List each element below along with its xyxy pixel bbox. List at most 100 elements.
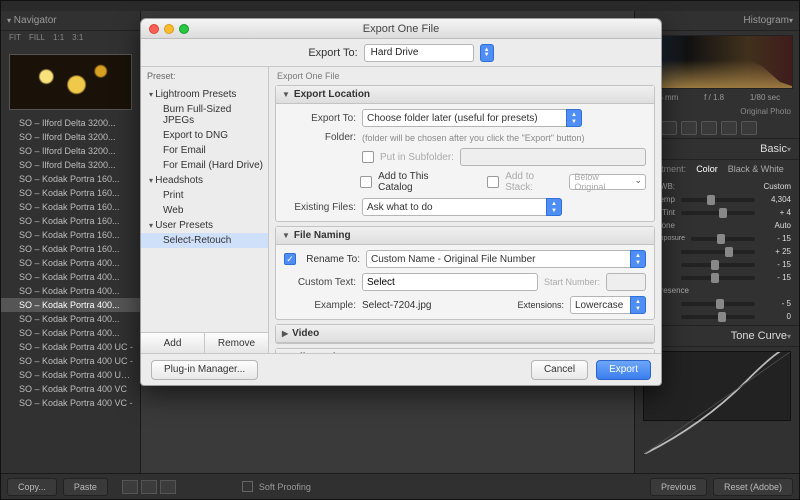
auto-button[interactable]: Auto <box>761 221 791 230</box>
collection-item[interactable]: SO – Kodak Portra 400... <box>1 270 140 284</box>
zoom-fit[interactable]: FIT <box>9 33 21 42</box>
collection-item[interactable]: SO – Kodak Portra 400... <box>1 298 140 312</box>
extensions-select[interactable]: Lowercase ▲▼ <box>570 296 646 314</box>
minimize-icon[interactable] <box>164 24 174 34</box>
preset-item[interactable]: For Email (Hard Drive) <box>141 158 268 173</box>
treatment-bw[interactable]: Black & White <box>728 164 784 174</box>
loupe-icon[interactable] <box>122 480 138 494</box>
collection-item[interactable]: SO – Kodak Portra 400... <box>1 326 140 340</box>
navigator-thumbnail[interactable] <box>9 54 132 110</box>
collection-item[interactable]: SO – Ilford Delta 3200... <box>1 130 140 144</box>
preset-group[interactable]: User Presets <box>141 218 268 233</box>
navigator-header[interactable]: ▾ Navigator <box>1 11 140 31</box>
copy-button[interactable]: Copy... <box>7 478 57 496</box>
contrast-slider[interactable] <box>681 250 755 254</box>
section-header-video[interactable]: ▶Video <box>276 325 654 343</box>
preset-item[interactable]: For Email <box>141 143 268 158</box>
remove-preset-button[interactable]: Remove <box>205 333 268 353</box>
add-catalog-checkbox[interactable] <box>360 176 372 188</box>
gradient-icon[interactable] <box>701 121 717 135</box>
collection-item[interactable]: SO – Kodak Portra 160... <box>1 214 140 228</box>
rename-checkbox[interactable]: ✓ <box>284 253 296 265</box>
collection-item[interactable]: SO – Ilford Delta 3200... <box>1 158 140 172</box>
exposure-value[interactable]: - 15 <box>761 234 791 243</box>
stack-position-select[interactable]: Below Original <box>569 174 646 190</box>
collection-item[interactable]: SO – Kodak Portra 160... <box>1 172 140 186</box>
titlebar[interactable]: Export One File <box>141 19 661 39</box>
previous-button[interactable]: Previous <box>650 478 707 496</box>
start-number-input[interactable] <box>606 273 646 291</box>
reset-button[interactable]: Reset (Adobe) <box>713 478 793 496</box>
section-header-export-location[interactable]: ▼Export Location <box>276 86 654 104</box>
radial-icon[interactable] <box>721 121 737 135</box>
exposure-slider[interactable] <box>691 237 755 241</box>
collection-item[interactable]: SO – Kodak Portra 400 VC - <box>1 396 140 410</box>
export-to-stepper-icon[interactable]: ▲▼ <box>480 44 494 62</box>
temp-value[interactable]: 4,304 <box>761 195 791 204</box>
collection-item[interactable]: SO – Kodak Portra 400 VC <box>1 382 140 396</box>
brush-icon[interactable] <box>741 121 757 135</box>
collections-list[interactable]: SO – Ilford Delta 3200...SO – Ilford Del… <box>1 116 140 473</box>
spot-icon[interactable] <box>661 121 677 135</box>
preset-item[interactable]: Select-Retouch <box>141 233 268 248</box>
close-icon[interactable] <box>149 24 159 34</box>
add-stack-checkbox[interactable] <box>487 176 499 188</box>
shadows-slider[interactable] <box>681 276 755 280</box>
clarity-slider[interactable] <box>681 302 755 306</box>
paste-button[interactable]: Paste <box>63 478 108 496</box>
preset-group[interactable]: Headshots <box>141 173 268 188</box>
softproof-toggle[interactable]: Soft Proofing <box>242 481 311 492</box>
collection-item[interactable]: SO – Kodak Portra 400... <box>1 256 140 270</box>
subfolder-checkbox[interactable] <box>362 151 374 163</box>
custom-text-input[interactable] <box>362 273 538 291</box>
clarity-value[interactable]: - 5 <box>761 299 791 308</box>
existing-files-select[interactable]: Ask what to do ▲▼ <box>362 198 562 216</box>
histogram-graph[interactable] <box>641 35 793 89</box>
plugin-manager-button[interactable]: Plug-in Manager... <box>151 360 258 380</box>
tint-value[interactable]: + 4 <box>761 208 791 217</box>
preset-item[interactable]: Export to DNG <box>141 128 268 143</box>
rename-template-select[interactable]: Custom Name - Original File Number ▲▼ <box>366 250 646 268</box>
tint-slider[interactable] <box>681 211 755 215</box>
shadows-value[interactable]: - 15 <box>761 273 791 282</box>
zoom-3to1[interactable]: 3:1 <box>72 33 83 42</box>
section-header-file-naming[interactable]: ▼File Naming <box>276 227 654 245</box>
cancel-button[interactable]: Cancel <box>531 360 588 380</box>
export-to-select[interactable]: Hard Drive <box>364 44 474 62</box>
preset-item[interactable]: Web <box>141 203 268 218</box>
contrast-value[interactable]: + 25 <box>761 247 791 256</box>
temp-slider[interactable] <box>681 198 755 202</box>
preset-item[interactable]: Burn Full-Sized JPEGs <box>141 102 268 128</box>
collection-item[interactable]: SO – Kodak Portra 160... <box>1 228 140 242</box>
collection-item[interactable]: SO – Ilford Delta 3200... <box>1 144 140 158</box>
export-button[interactable]: Export <box>596 360 651 380</box>
collection-item[interactable]: SO – Kodak Portra 400 UC - <box>1 340 140 354</box>
zoom-1to1[interactable]: 1:1 <box>53 33 64 42</box>
saturation-value[interactable]: 0 <box>761 312 791 321</box>
loc-export-to-select[interactable]: Choose folder later (useful for presets)… <box>362 109 582 127</box>
collection-item[interactable]: SO – Kodak Portra 160... <box>1 242 140 256</box>
highlights-value[interactable]: - 15 <box>761 260 791 269</box>
redeye-icon[interactable] <box>681 121 697 135</box>
preset-group[interactable]: Lightroom Presets <box>141 87 268 102</box>
preset-item[interactable]: Print <box>141 188 268 203</box>
collection-item[interactable]: SO – Kodak Portra 160... <box>1 200 140 214</box>
checkbox-icon[interactable] <box>242 481 253 492</box>
saturation-slider[interactable] <box>681 315 755 319</box>
subfolder-input[interactable] <box>460 148 646 166</box>
collection-item[interactable]: SO – Ilford Delta 3200... <box>1 116 140 130</box>
add-preset-button[interactable]: Add <box>141 333 205 353</box>
zoom-icon[interactable] <box>179 24 189 34</box>
highlights-slider[interactable] <box>681 263 755 267</box>
compare-icon[interactable] <box>141 480 157 494</box>
treatment-color[interactable]: Color <box>696 164 718 174</box>
collection-item[interactable]: SO – Kodak Portra 160... <box>1 186 140 200</box>
collection-item[interactable]: SO – Kodak Portra 400 UC ++ <box>1 368 140 382</box>
survey-icon[interactable] <box>160 480 176 494</box>
wb-value[interactable]: Custom <box>745 182 791 191</box>
collection-item[interactable]: SO – Kodak Portra 400... <box>1 284 140 298</box>
zoom-fill[interactable]: FILL <box>29 33 45 42</box>
tonecurve-graph[interactable] <box>643 351 791 421</box>
collection-item[interactable]: SO – Kodak Portra 400 UC - <box>1 354 140 368</box>
preset-tree[interactable]: Lightroom PresetsBurn Full-Sized JPEGsEx… <box>141 85 268 332</box>
